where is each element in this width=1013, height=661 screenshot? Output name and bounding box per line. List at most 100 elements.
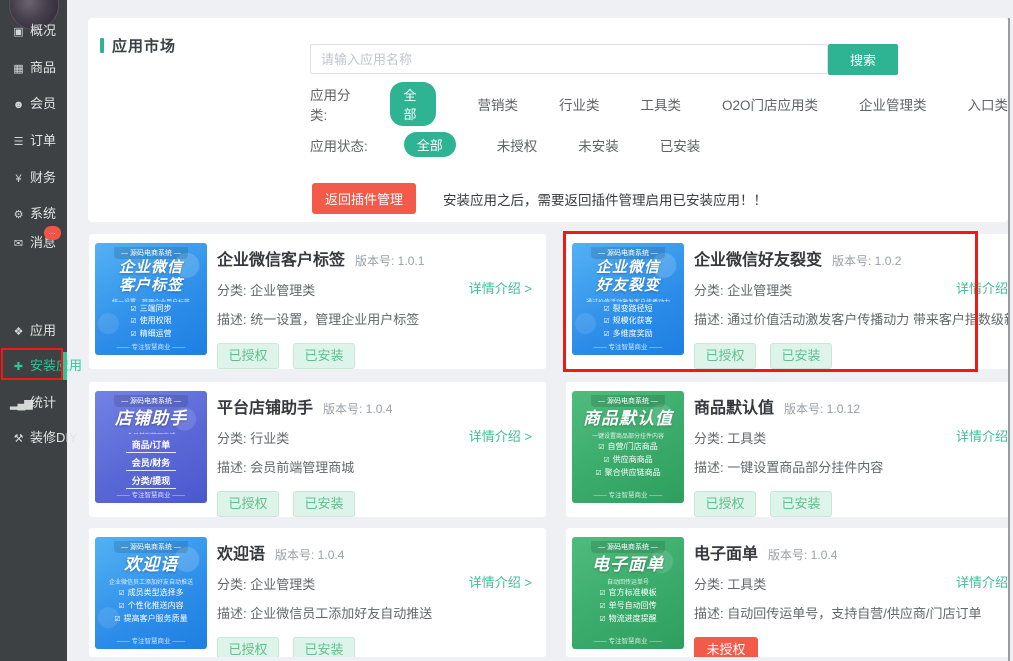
app-version: 版本号: 1.0.12: [784, 402, 860, 416]
sidebar-item-apps[interactable]: ❖应用: [10, 321, 56, 341]
app-version: 版本号: 1.0.4: [768, 548, 837, 562]
category-option-entry[interactable]: 入口类: [968, 94, 1009, 114]
tile-bullet: ☑规模化获客: [603, 315, 652, 328]
search-button[interactable]: 搜索: [828, 44, 898, 75]
installed-tag[interactable]: 已安装: [293, 637, 355, 658]
tile-bullet: ☑单号自动回传: [599, 600, 656, 613]
tile-footer: —— 专注智慧商业 ——: [117, 635, 186, 649]
tile-title: 电子面单: [592, 555, 664, 575]
search-input[interactable]: [310, 44, 828, 74]
sidebar-item-products[interactable]: ▦商品: [10, 58, 56, 78]
tile-bullet: ☑个性化推送内容: [118, 600, 183, 613]
app-description: 描述: 统一设置，管理企业用户标签: [217, 309, 538, 328]
detail-link[interactable]: 详情介绍 >: [469, 572, 532, 591]
unauthorized-tag[interactable]: 未授权: [694, 637, 758, 658]
overview-icon: ▣: [10, 22, 26, 42]
app-card-product-defaults: — 源码电商系统 — 商品默认值 一键设置商品部分挂件内容 ☑自营/门店商品 ☑…: [565, 381, 1011, 518]
title-accent-bar: [100, 38, 104, 53]
authorized-tag[interactable]: 已授权: [694, 491, 756, 517]
status-tag-row: 已授权 已安装: [217, 491, 538, 517]
authorized-tag[interactable]: 已授权: [217, 491, 279, 517]
status-option-installed[interactable]: 已安装: [660, 135, 701, 155]
app-card-welcome-message: — 源码电商系统 — 欢迎语 企业微信员工添加好友自动推送 ☑成员类型选择多 ☑…: [88, 527, 547, 658]
members-icon: ☻: [10, 95, 26, 115]
sidebar-item-finance[interactable]: ¥财务: [10, 168, 56, 188]
sidebar-item-system[interactable]: ⚙系统: [10, 204, 56, 224]
plugin-notice-row: 返回插件管理 安装应用之后，需要返回插件管理启用已安装应用！！: [312, 183, 767, 214]
app-description: 描述: 一键设置商品部分挂件内容: [694, 457, 1002, 476]
tile-footer: —— 专注智慧商业 ——: [594, 489, 663, 503]
status-option-uninstalled[interactable]: 未安装: [578, 135, 619, 155]
app-tile-image: — 源码电商系统 — 店铺助手 会员前端管理商城 商品/订单 会员/财务 分类/…: [95, 391, 207, 503]
status-tag-row: 未授权: [694, 637, 1002, 658]
check-icon: ☑: [603, 331, 609, 338]
sidebar-item-install-apps[interactable]: ✚安装应用: [10, 356, 82, 376]
app-tile-image: — 源码电商系统 — 企业微信 客户标签 统一设置，管理企业用户标签 ☑三端同步…: [95, 243, 207, 355]
status-label: 应用状态:: [310, 135, 368, 155]
yuan-icon: ¥: [10, 169, 26, 189]
market-header-panel: 应用市场 搜索 应用分类: 全部 营销类 行业类 工具类 O2O门店应用类 企业…: [88, 18, 1008, 222]
tile-subtitle: 自动回传运单号: [607, 577, 649, 586]
check-icon: ☑: [603, 318, 609, 325]
category-option-tools[interactable]: 工具类: [640, 94, 681, 114]
detail-link[interactable]: 详情介绍: [956, 278, 1008, 297]
authorized-tag[interactable]: 已授权: [217, 343, 279, 369]
tile-banner: — 源码电商系统 —: [114, 247, 188, 259]
tile-bullet: ☑三端同步: [130, 303, 171, 316]
tile-title: 企业微信: [119, 259, 183, 277]
check-icon: ☑: [130, 318, 136, 325]
sidebar-item-overview[interactable]: ▣概况: [10, 21, 56, 41]
tile-line: 分类/提现: [126, 474, 177, 489]
installed-tag[interactable]: 已安装: [293, 343, 355, 369]
back-to-plugins-button[interactable]: 返回插件管理: [312, 183, 416, 214]
detail-link[interactable]: 详情介绍 >: [469, 278, 532, 297]
tile-subtitle: 统一设置，管理企业用户标签: [112, 297, 190, 302]
category-option-industry[interactable]: 行业类: [559, 94, 600, 114]
status-all-pill[interactable]: 全部: [404, 132, 456, 157]
sidebar-item-decorate-diy[interactable]: ⚒装修DIY: [10, 428, 78, 448]
app-info: 商品默认值版本号: 1.0.12 分类: 工具类 描述: 一键设置商品部分挂件内…: [694, 394, 1002, 517]
tile-title: 客户标签: [119, 277, 183, 295]
tile-footer: —— 专注智慧商业 ——: [594, 341, 663, 355]
app-description: 描述: 自动回传运单号，支持自营/供应商/门店订单: [694, 603, 1002, 622]
apps-icon: ❖: [10, 322, 26, 342]
tile-footer: —— 专注智慧商业 ——: [594, 635, 663, 649]
tile-bullet: ☑使用权限: [130, 315, 171, 328]
app-info: 企业微信好友裂变版本号: 1.0.2 分类: 企业管理类 描述: 通过价值活动激…: [694, 246, 1002, 369]
installed-tag[interactable]: 已安装: [770, 491, 832, 517]
tile-banner: — 源码电商系统 —: [114, 541, 188, 553]
tile-title: 店铺助手: [115, 409, 187, 429]
installed-tag[interactable]: 已安装: [770, 343, 832, 369]
app-title: 商品默认值: [694, 400, 774, 417]
sidebar-item-orders[interactable]: ☰订单: [10, 131, 56, 151]
detail-link[interactable]: 详情介绍: [956, 426, 1008, 445]
app-version: 版本号: 1.0.1: [355, 254, 424, 268]
tile-bullet: ☑供应商商品: [603, 454, 652, 467]
sidebar-item-stats[interactable]: ▂▄▆统计: [10, 393, 56, 413]
installed-tag[interactable]: 已安装: [293, 491, 355, 517]
category-option-marketing[interactable]: 营销类: [477, 94, 518, 114]
tile-bullet: ☑聚合供应链商品: [595, 467, 660, 480]
app-description: 描述: 企业微信员工添加好友自动推送: [217, 603, 538, 622]
detail-link[interactable]: 详情介绍 >: [469, 426, 532, 445]
category-label: 应用分类:: [310, 84, 354, 124]
app-title: 企业微信客户标签: [217, 252, 345, 269]
authorized-tag[interactable]: 已授权: [217, 637, 279, 658]
tile-bullet: ☑物流进度提醒: [599, 613, 656, 626]
check-icon: ☑: [114, 616, 120, 623]
hammer-icon: ⚒: [10, 429, 26, 449]
app-tile-image: — 源码电商系统 — 企业微信 好友裂变 通过价值活动激发客户传播动力 ☑裂变路…: [572, 243, 684, 355]
authorized-tag[interactable]: 已授权: [694, 343, 756, 369]
tile-title: 欢迎语: [124, 555, 178, 575]
detail-link[interactable]: 详情介绍: [956, 572, 1008, 591]
sidebar-item-members[interactable]: ☻会员: [10, 94, 56, 114]
category-all-pill[interactable]: 全部: [390, 82, 436, 126]
app-card-e-waybill: — 源码电商系统 — 电子面单 自动回传运单号 ☑官方标准模板 ☑单号自动回传 …: [565, 527, 1011, 658]
main-content: 应用市场 搜索 应用分类: 全部 营销类 行业类 工具类 O2O门店应用类 企业…: [67, 0, 1013, 661]
status-option-unauthorized[interactable]: 未授权: [497, 135, 538, 155]
check-icon: ☑: [603, 306, 609, 313]
category-option-enterprise[interactable]: 企业管理类: [859, 94, 927, 114]
app-title: 欢迎语: [217, 546, 265, 563]
message-count-badge: …: [44, 226, 61, 240]
category-option-o2o[interactable]: O2O门店应用类: [722, 94, 818, 114]
